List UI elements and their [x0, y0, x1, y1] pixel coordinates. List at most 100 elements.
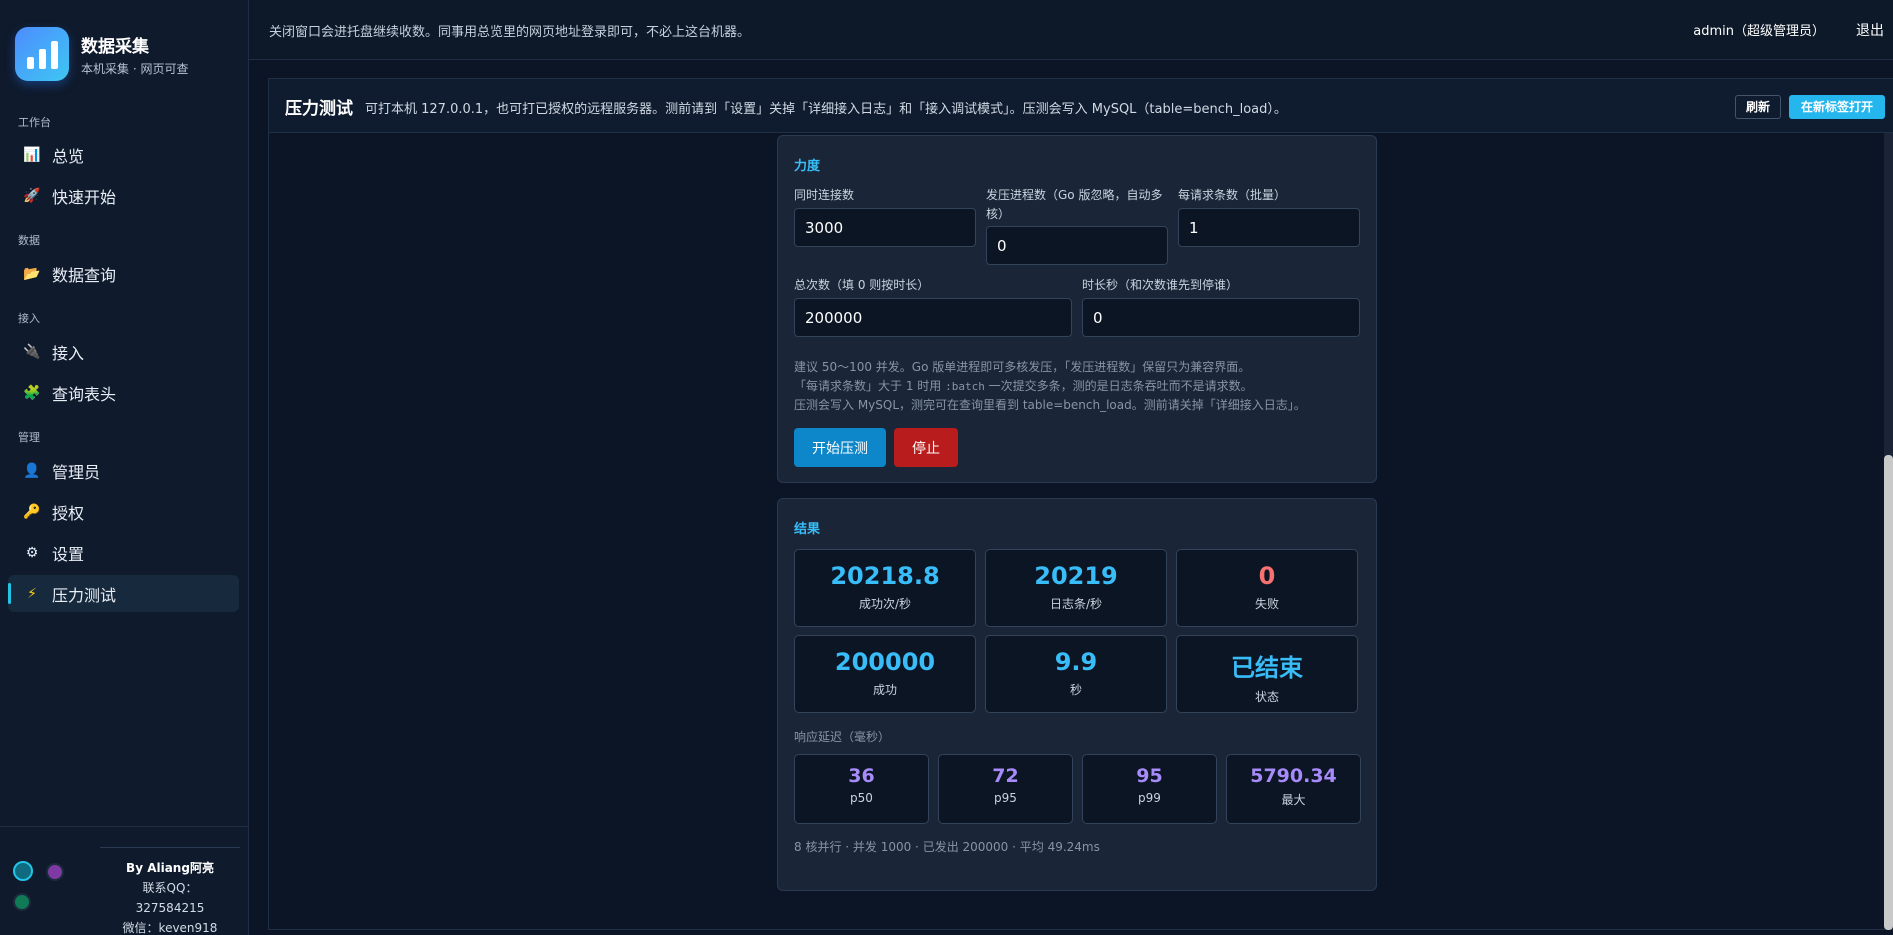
nav-group-data: 数据	[18, 234, 40, 247]
sidebar-item-label: 快速开始	[52, 187, 117, 207]
stat-label: 失败	[1254, 597, 1279, 611]
wechat-id: 微信：keven918	[122, 921, 218, 935]
rocket-icon: 🚀	[23, 187, 41, 204]
stat-value: 0	[1258, 562, 1276, 590]
folder-icon: 📂	[23, 265, 41, 282]
stat-success-count: 200000 成功	[794, 635, 976, 713]
stat-log-rate: 20219 日志条/秒	[985, 549, 1167, 627]
results-title: 结果	[794, 522, 821, 537]
sidebar-item-label: 查询表头	[52, 384, 117, 404]
sidebar-item-label: 授权	[52, 503, 85, 523]
procs-label: 发压进程数（Go 版忽略，自动多核）	[986, 188, 1163, 221]
puzzle-icon: 🧩	[23, 384, 41, 401]
stat-value: 9.9	[1054, 648, 1098, 676]
sidebar: 数据采集 本机采集 · 网页可查 工作台 📊 总览 🚀 快速开始 数据 📂 数据…	[0, 0, 249, 935]
hint-line-3: 压测会写入 MySQL，测完可在查询里看到 table=bench_load。测…	[794, 398, 1306, 412]
stat-value: 36	[848, 765, 875, 787]
stat-status: 已结束 状态	[1176, 635, 1358, 713]
brand: 数据采集 本机采集 · 网页可查	[15, 27, 188, 81]
stat-label: 成功次/秒	[858, 597, 912, 611]
nav-group-workspace: 工作台	[18, 116, 51, 129]
current-user: admin（超级管理员）	[1693, 24, 1825, 39]
nav-group-admin: 管理	[18, 431, 40, 444]
concurrency-input[interactable]	[794, 208, 976, 247]
sidebar-item-label: 接入	[52, 343, 85, 363]
latency-p50: 36 p50	[794, 754, 929, 824]
theme-purple-button[interactable]	[46, 863, 64, 881]
qq-number: 327584215	[135, 901, 205, 915]
user-icon: 👤	[23, 462, 41, 479]
stat-seconds: 9.9 秒	[985, 635, 1167, 713]
topbar: 关闭窗口会进托盘继续收数。同事用总览里的网页地址登录即可，不必上这台机器。 ad…	[249, 0, 1893, 60]
sidebar-item-label: 设置	[52, 544, 85, 564]
stat-label: p50	[850, 791, 873, 805]
latency-p95: 72 p95	[938, 754, 1073, 824]
start-test-button[interactable]: 开始压测	[794, 428, 886, 467]
stat-value: 200000	[834, 648, 936, 676]
scrollbar-thumb[interactable]	[1884, 455, 1893, 930]
stat-label: 最大	[1281, 793, 1306, 807]
stat-value: 20218.8	[830, 562, 940, 590]
sidebar-item-ingest[interactable]: 🔌 接入	[8, 333, 239, 370]
logout-link[interactable]: 退出	[1856, 20, 1884, 40]
sidebar-footer: By Aliang阿亮 联系QQ： 327584215 微信：keven918	[0, 826, 248, 935]
sidebar-item-quickstart[interactable]: 🚀 快速开始	[8, 177, 239, 214]
sidebar-item-data-query[interactable]: 📂 数据查询	[8, 255, 239, 292]
stat-value: 72	[992, 765, 1019, 787]
stat-label: p99	[1138, 791, 1161, 805]
page-title: 压力测试	[285, 99, 353, 119]
stat-label: 状态	[1254, 690, 1279, 704]
sidebar-item-label: 压力测试	[52, 585, 117, 605]
brand-subtitle: 本机采集 · 网页可查	[81, 61, 189, 76]
hint-line-2: 「每请求条数」大于 1 时用 :batch 一次提交多条，测的是日志条吞吐而不是…	[794, 379, 1253, 393]
stat-label: p95	[994, 791, 1017, 805]
stat-value: 已结束	[1231, 654, 1303, 682]
latency-label: 响应延迟（毫秒）	[794, 730, 891, 744]
latency-max: 5790.34 最大	[1226, 754, 1361, 824]
stat-success-rate: 20218.8 成功次/秒	[794, 549, 976, 627]
concurrency-label: 同时连接数	[794, 188, 855, 202]
key-icon: 🔑	[23, 503, 41, 520]
stress-test-panel: 压力测试 可打本机 127.0.0.1，也可打已授权的远程服务器。测前请到「设置…	[268, 78, 1893, 930]
theme-green-button[interactable]	[13, 893, 31, 911]
nav-group-ingest: 接入	[18, 312, 40, 325]
bar-chart-logo-icon	[15, 27, 69, 81]
plug-icon: 🔌	[23, 343, 41, 360]
run-summary: 8 核并行 · 并发 1000 · 已发出 200000 · 平均 49.24m…	[794, 840, 1100, 854]
duration-input[interactable]	[1082, 298, 1360, 337]
open-new-tab-button[interactable]: 在新标签打开	[1788, 95, 1885, 119]
sidebar-item-admins[interactable]: 👤 管理员	[8, 452, 239, 489]
lightning-icon: ⚡	[27, 585, 37, 602]
sidebar-item-query-headers[interactable]: 🧩 查询表头	[8, 374, 239, 411]
qq-label: 联系QQ：	[142, 881, 198, 895]
stat-value: 5790.34	[1250, 765, 1337, 787]
stat-label: 秒	[1069, 683, 1082, 697]
page-description: 可打本机 127.0.0.1，也可打已授权的远程服务器。测前请到「设置」关掉「详…	[365, 102, 1287, 117]
panel-header: 压力测试 可打本机 127.0.0.1，也可打已授权的远程服务器。测前请到「设置…	[269, 79, 1893, 133]
hint-line-1: 建议 50～100 并发。Go 版单进程即可多核发压，「发压进程数」保留只为兼容…	[794, 360, 1251, 374]
sidebar-item-overview[interactable]: 📊 总览	[8, 136, 239, 173]
batch-label: 每请求条数（批量）	[1178, 188, 1287, 202]
latency-p99: 95 p99	[1082, 754, 1217, 824]
stat-value: 20219	[1034, 562, 1118, 590]
batch-code: :batch	[945, 380, 985, 393]
sidebar-item-label: 总览	[52, 146, 85, 166]
procs-input[interactable]	[986, 226, 1168, 265]
sidebar-item-settings[interactable]: ⚙ 设置	[8, 534, 239, 571]
sidebar-item-license[interactable]: 🔑 授权	[8, 493, 239, 530]
sidebar-item-stress-test[interactable]: ⚡ 压力测试	[8, 575, 239, 612]
duration-label: 时长秒（和次数谁先到停谁）	[1082, 278, 1239, 292]
sidebar-item-label: 数据查询	[52, 265, 117, 285]
tray-notice: 关闭窗口会进托盘继续收数。同事用总览里的网页地址登录即可，不必上这台机器。	[269, 25, 751, 40]
stat-failed: 0 失败	[1176, 549, 1358, 627]
author-credit: By Aliang阿亮 联系QQ： 327584215 微信：keven918	[100, 847, 240, 935]
refresh-button[interactable]: 刷新	[1734, 95, 1781, 119]
stat-value: 95	[1136, 765, 1163, 787]
bar-chart-icon: 📊	[23, 146, 41, 163]
total-input[interactable]	[794, 298, 1072, 337]
stat-label: 成功	[872, 683, 897, 697]
stop-test-button[interactable]: 停止	[894, 428, 958, 467]
batch-input[interactable]	[1178, 208, 1360, 247]
theme-cyan-button[interactable]	[13, 861, 33, 881]
results-card: 结果 20218.8 成功次/秒 20219 日志条/秒 0 失败 200000…	[777, 498, 1377, 891]
